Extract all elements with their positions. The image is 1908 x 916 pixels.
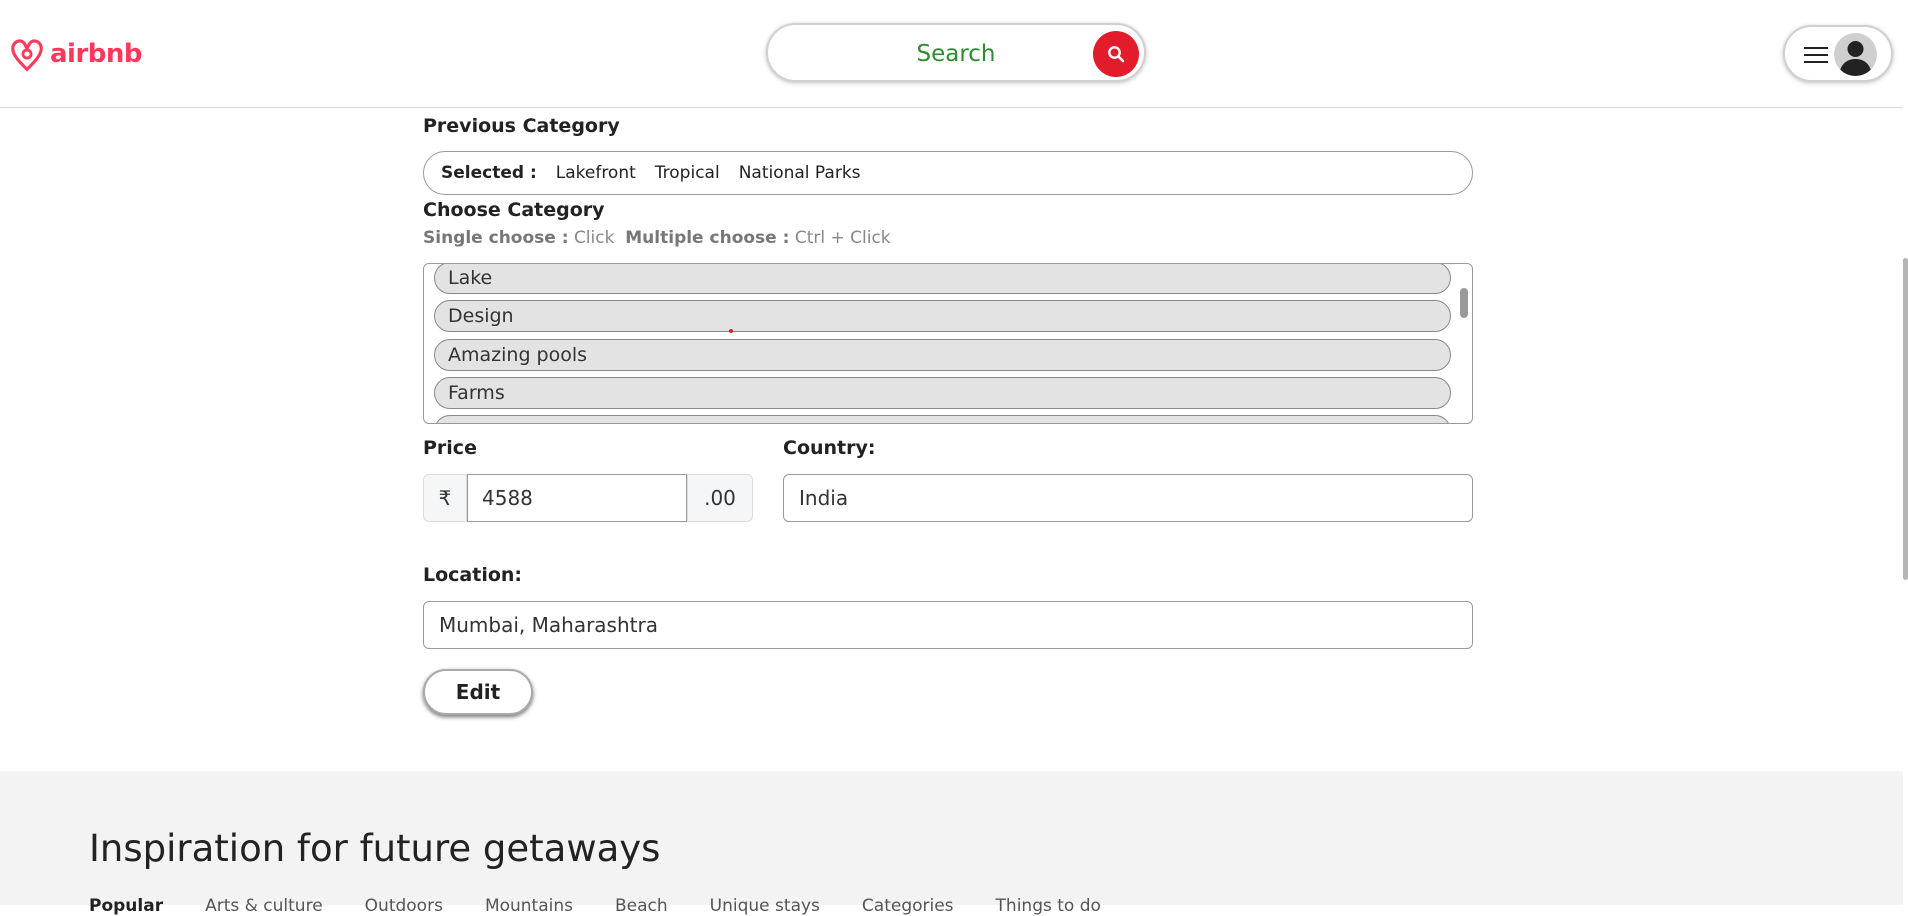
- search-bar[interactable]: Search: [766, 23, 1146, 82]
- selected-category: National Parks: [738, 163, 861, 183]
- footer-tab[interactable]: Unique stays: [710, 896, 820, 916]
- category-option[interactable]: Amazing pools: [434, 339, 1451, 371]
- hamburger-menu-icon: [1804, 47, 1828, 68]
- footer-tabs: Popular Arts & culture Outdoors Mountain…: [89, 896, 1101, 916]
- footer-tab[interactable]: Mountains: [485, 896, 573, 916]
- footer-tab[interactable]: Things to do: [996, 896, 1101, 916]
- list-scrollbar[interactable]: [1460, 288, 1468, 318]
- footer-inspiration: Inspiration for future getaways Popular …: [0, 771, 1903, 916]
- location-label: Location:: [423, 564, 523, 586]
- footer-tab[interactable]: Outdoors: [365, 896, 443, 916]
- category-select-list[interactable]: Lake Design Amazing pools Farms: [423, 263, 1473, 424]
- selected-categories-box: Selected : Lakefront Tropical National P…: [423, 151, 1473, 195]
- search-icon: [1108, 46, 1125, 63]
- footer-tab[interactable]: Popular: [89, 896, 163, 916]
- hint-multi-value: Ctrl + Click: [794, 228, 891, 248]
- price-suffix: .00: [687, 474, 753, 522]
- country-label: Country:: [783, 437, 876, 459]
- footer-title: Inspiration for future getaways: [89, 827, 661, 870]
- cursor-dot: [729, 329, 733, 333]
- footer-tab[interactable]: Arts & culture: [205, 896, 323, 916]
- top-navbar: airbnb Search: [0, 0, 1903, 108]
- selected-label: Selected :: [441, 163, 537, 183]
- hint-multi-key: Multiple choose :: [625, 228, 790, 248]
- location-input[interactable]: Mumbai, Maharashtra: [423, 601, 1473, 649]
- brand-name: airbnb: [50, 39, 143, 69]
- price-input[interactable]: 4588: [467, 474, 687, 522]
- user-avatar-icon: [1834, 33, 1877, 76]
- search-label: Search: [916, 41, 996, 67]
- footer-tab[interactable]: Categories: [862, 896, 954, 916]
- price-label: Price: [423, 437, 477, 459]
- airbnb-logo-icon: [11, 39, 43, 72]
- category-option[interactable]: Lake: [434, 264, 1451, 294]
- previous-category-label: Previous Category: [423, 115, 620, 137]
- choose-category-label: Choose Category: [423, 199, 605, 221]
- hint-single-value: Click: [573, 228, 615, 248]
- price-input-group: ₹ 4588 .00: [423, 474, 753, 522]
- selection-hint: Single choose : Click Multiple choose : …: [423, 228, 891, 248]
- edit-button[interactable]: Edit: [423, 669, 533, 715]
- category-option[interactable]: Farms: [434, 377, 1451, 409]
- user-menu-button[interactable]: [1783, 25, 1893, 82]
- footer-tab[interactable]: Beach: [615, 896, 668, 916]
- currency-symbol: ₹: [423, 474, 467, 522]
- category-option[interactable]: [434, 415, 1451, 423]
- selected-category: Lakefront: [555, 163, 636, 183]
- hint-single-key: Single choose :: [423, 228, 569, 248]
- page-scrollbar[interactable]: [1903, 258, 1908, 580]
- airbnb-logo[interactable]: airbnb: [8, 33, 143, 75]
- country-input[interactable]: India: [783, 474, 1473, 522]
- search-button[interactable]: [1093, 31, 1139, 77]
- category-option[interactable]: Design: [434, 300, 1451, 332]
- selected-category: Tropical: [654, 163, 720, 183]
